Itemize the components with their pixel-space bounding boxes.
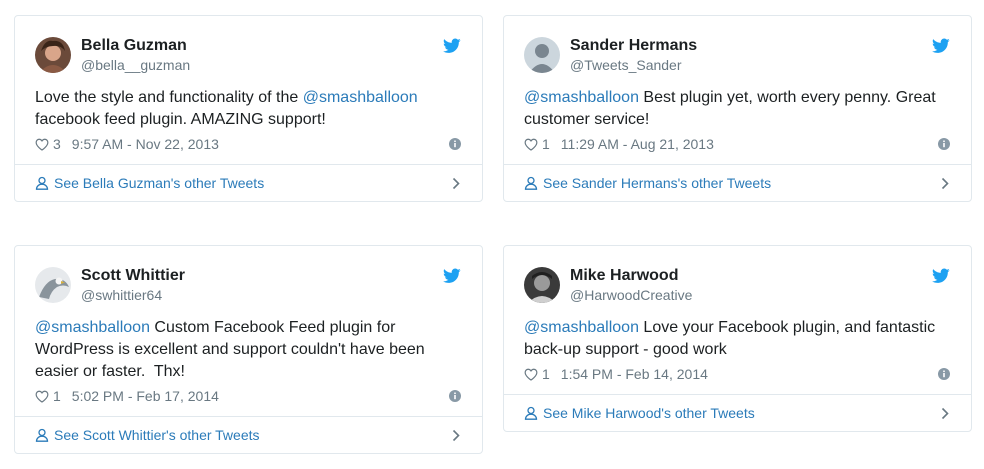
chevron-right-icon[interactable] <box>941 177 949 190</box>
person-icon <box>35 428 49 442</box>
info-icon[interactable] <box>938 368 950 380</box>
display-name[interactable]: Mike Harwood <box>570 266 692 286</box>
other-tweets-label[interactable]: See Mike Harwood's other Tweets <box>543 405 755 421</box>
tweet-card[interactable]: Scott Whittier @swhittier64 @smashballoo… <box>14 245 483 454</box>
chevron-right-icon[interactable] <box>941 407 949 420</box>
person-icon <box>35 176 49 190</box>
mention-link[interactable]: @smashballoon <box>303 89 418 106</box>
eagle-avatar-icon <box>35 267 71 303</box>
twitter-bird-icon[interactable] <box>932 268 950 284</box>
person-icon <box>524 406 538 420</box>
mention-link[interactable]: @smashballoon <box>35 319 150 336</box>
heart-icon[interactable] <box>524 138 538 151</box>
user-handle[interactable]: @bella__guzman <box>81 56 190 74</box>
tweet-text: Love the style and functionality of the … <box>35 89 418 128</box>
tweet-text: @smashballoon Custom Facebook Feed plugi… <box>35 319 425 380</box>
like-count: 1 <box>53 388 61 404</box>
twitter-bird-icon[interactable] <box>443 38 461 54</box>
other-tweets-label[interactable]: See Scott Whittier's other Tweets <box>54 427 260 443</box>
tweet-card[interactable]: Bella Guzman @bella__guzman Love the sty… <box>14 15 483 202</box>
display-name[interactable]: Bella Guzman <box>81 36 190 56</box>
like-count: 1 <box>542 136 550 152</box>
display-name[interactable]: Sander Hermans <box>570 36 697 56</box>
default-avatar-icon <box>524 37 560 73</box>
heart-icon[interactable] <box>35 390 49 403</box>
timestamp[interactable]: 5:02 PM - Feb 17, 2014 <box>72 388 219 404</box>
photo-avatar-icon <box>35 37 71 73</box>
user-handle[interactable]: @HarwoodCreative <box>570 286 692 304</box>
photo-avatar-icon <box>524 267 560 303</box>
other-tweets-link[interactable]: See Sander Hermans's other Tweets <box>504 164 971 201</box>
chevron-right-icon[interactable] <box>452 429 460 442</box>
twitter-bird-icon[interactable] <box>932 38 950 54</box>
avatar[interactable] <box>524 37 560 73</box>
heart-icon[interactable] <box>35 138 49 151</box>
avatar[interactable] <box>524 267 560 303</box>
like-count: 3 <box>53 136 61 152</box>
mention-link[interactable]: @smashballoon <box>524 89 639 106</box>
heart-icon[interactable] <box>524 368 538 381</box>
timestamp[interactable]: 1:54 PM - Feb 14, 2014 <box>561 366 708 382</box>
timestamp[interactable]: 11:29 AM - Aug 21, 2013 <box>561 136 714 152</box>
info-icon[interactable] <box>449 138 461 150</box>
person-icon <box>524 176 538 190</box>
chevron-right-icon[interactable] <box>452 177 460 190</box>
other-tweets-link[interactable]: See Scott Whittier's other Tweets <box>15 416 482 453</box>
user-handle[interactable]: @Tweets_Sander <box>570 56 697 74</box>
like-count: 1 <box>542 366 550 382</box>
mention-link[interactable]: @smashballoon <box>524 319 639 336</box>
tweet-card[interactable]: Mike Harwood @HarwoodCreative @smashball… <box>503 245 972 432</box>
twitter-bird-icon[interactable] <box>443 268 461 284</box>
avatar[interactable] <box>35 267 71 303</box>
other-tweets-label[interactable]: See Sander Hermans's other Tweets <box>543 175 771 191</box>
tweet-text: @smashballoon Love your Facebook plugin,… <box>524 319 936 358</box>
display-name[interactable]: Scott Whittier <box>81 266 185 286</box>
info-icon[interactable] <box>938 138 950 150</box>
tweet-text: @smashballoon Best plugin yet, worth eve… <box>524 89 936 128</box>
info-icon[interactable] <box>449 390 461 402</box>
other-tweets-label[interactable]: See Bella Guzman's other Tweets <box>54 175 264 191</box>
other-tweets-link[interactable]: See Bella Guzman's other Tweets <box>15 164 482 201</box>
avatar[interactable] <box>35 37 71 73</box>
other-tweets-link[interactable]: See Mike Harwood's other Tweets <box>504 394 971 431</box>
tweet-card[interactable]: Sander Hermans @Tweets_Sander @smashball… <box>503 15 972 202</box>
timestamp[interactable]: 9:57 AM - Nov 22, 2013 <box>72 136 219 152</box>
user-handle[interactable]: @swhittier64 <box>81 286 185 304</box>
